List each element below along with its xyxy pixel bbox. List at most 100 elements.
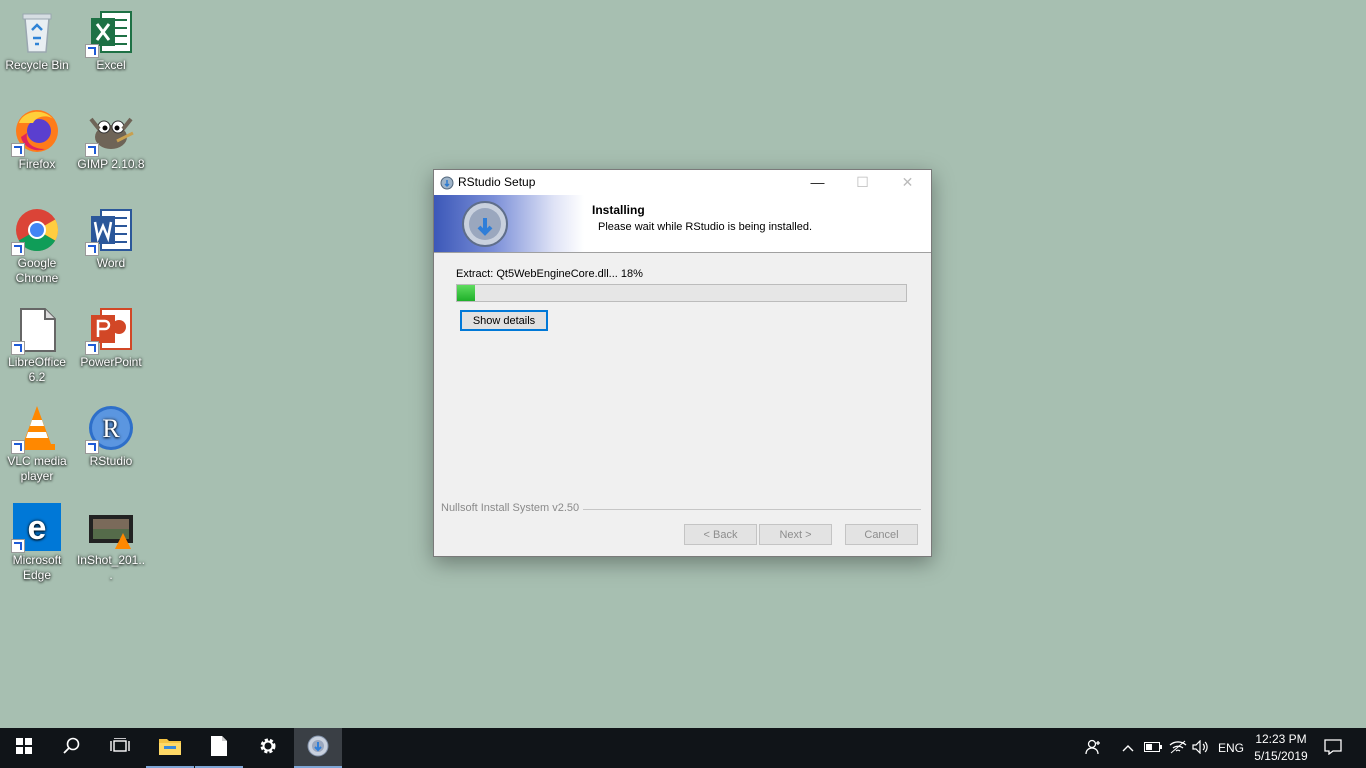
extract-status-text: Extract: Qt5WebEngineCore.dll... 18% [456,268,643,280]
language-indicator: ENG [1217,741,1244,755]
start-button[interactable] [0,728,48,768]
shortcut-arrow-icon [85,143,99,157]
clock-time: 12:23 PM [1255,732,1307,746]
taskbar-notepad[interactable] [195,728,243,768]
dialog-header: Installing Please wait while RStudio is … [434,195,931,253]
show-hidden-icons-button[interactable] [1118,728,1138,768]
powerpoint-icon [85,305,135,355]
video-thumbnail-icon [87,503,135,551]
battery-button[interactable] [1142,728,1164,768]
back-button[interactable]: < Back [684,524,757,545]
shortcut-arrow-icon [11,242,25,256]
action-center-button[interactable] [1318,728,1348,768]
document-icon [211,735,227,761]
people-button[interactable] [1080,728,1108,768]
setup-dialog: RStudio Setup — ☐ ✕ Installing Please wa… [433,169,932,557]
nsis-branding: Nullsoft Install System v2.50 [441,502,584,514]
desktop-icon-label: GIMP 2.10.8 [77,157,145,171]
windows-logo-icon [16,737,32,759]
desktop-icon-label: LibreOffice 6.2 [8,355,66,384]
installer-disc-icon [461,200,509,253]
show-details-button[interactable]: Show details [460,310,548,331]
desktop-icon-label: VLC media player [7,454,67,483]
search-button[interactable] [48,728,96,768]
header-subtitle: Please wait while RStudio is being insta… [598,221,813,233]
clock[interactable]: 12:23 PM 5/15/2019 [1246,731,1316,765]
desktop-icon-firefox[interactable]: Firefox [0,101,74,172]
gear-icon [258,736,278,761]
taskbar-rstudio-setup[interactable] [294,728,342,768]
next-button[interactable]: Next > [759,524,832,545]
network-button[interactable] [1167,728,1189,768]
battery-icon [1144,741,1162,755]
clock-date: 5/15/2019 [1254,749,1308,763]
svg-text:e: e [28,509,47,547]
folder-icon [159,737,181,760]
vlc-icon [11,404,61,454]
shortcut-arrow-icon [11,341,25,355]
shortcut-arrow-icon [85,440,99,454]
desktop-icon-label: Microsoft Edge [12,553,62,582]
dialog-title: RStudio Setup [458,175,536,189]
desktop-icon-inshot-video[interactable]: InShot_201... [74,497,148,583]
word-icon [85,206,135,256]
taskbar-file-explorer[interactable] [146,728,194,768]
taskbar: ENG 12:23 PM 5/15/2019 [0,728,1366,768]
desktop-icon-gimp[interactable]: GIMP 2.10.8 [74,101,148,172]
edge-icon: e [11,503,61,553]
close-button: ✕ [901,174,914,190]
desktop-icon-label: PowerPoint [80,355,142,369]
desktop-icon-rstudio[interactable]: R RStudio [74,398,148,469]
desktop-icon-edge[interactable]: e Microsoft Edge [0,497,74,583]
speaker-icon [1192,739,1210,757]
desktop-icon-chrome[interactable]: Google Chrome [0,200,74,286]
task-view-button[interactable] [96,728,144,768]
desktop-icon-label: Excel [96,58,126,72]
shortcut-arrow-icon [11,143,25,157]
header-title: Installing [592,203,645,217]
svg-text:R: R [102,414,120,443]
rstudio-icon: R [85,404,135,454]
desktop-icon-recycle-bin[interactable]: Recycle Bin [0,2,74,73]
cancel-button[interactable]: Cancel [845,524,918,545]
desktop-icon-libreoffice[interactable]: LibreOffice 6.2 [0,299,74,385]
install-progress-bar [456,284,907,302]
maximize-button: ☐ [856,174,869,190]
desktop-icon-label: Google Chrome [15,256,59,285]
shortcut-arrow-icon [85,242,99,256]
input-language-button[interactable]: ENG [1214,728,1248,768]
rstudio-setup-icon [307,735,329,762]
desktop-icon-word[interactable]: Word [74,200,148,271]
libreoffice-icon [11,305,61,355]
people-icon [1085,739,1103,758]
desktop-icon-label: InShot_201... [76,553,146,582]
shortcut-arrow-icon [85,44,99,58]
desktop-icon-powerpoint[interactable]: PowerPoint [74,299,148,370]
progress-fill [457,285,475,301]
wifi-icon [1169,740,1187,757]
desktop-icon-label: Word [96,256,126,270]
gimp-icon [85,107,135,157]
desktop-icon-label: Recycle Bin [5,58,69,72]
excel-icon [85,8,135,58]
firefox-icon [11,107,61,157]
search-icon [63,737,81,760]
shortcut-arrow-icon [11,440,25,454]
dialog-titlebar[interactable]: RStudio Setup — ☐ ✕ [434,170,931,195]
chrome-icon [11,206,61,256]
desktop-icon-label: Firefox [18,157,56,171]
task-view-icon [110,736,130,759]
shortcut-arrow-icon [85,341,99,355]
notification-icon [1324,738,1342,758]
desktop-icon-vlc[interactable]: VLC media player [0,398,74,484]
shortcut-arrow-icon [11,539,25,553]
taskbar-settings[interactable] [244,728,292,768]
chevron-up-icon [1122,741,1134,755]
volume-button[interactable] [1190,728,1212,768]
rstudio-setup-icon [440,176,454,190]
minimize-button[interactable]: — [795,170,840,195]
recycle-bin-icon [13,8,61,56]
header-banner [434,195,584,252]
desktop-icon-label: RStudio [89,454,133,468]
desktop-icon-excel[interactable]: Excel [74,2,148,73]
